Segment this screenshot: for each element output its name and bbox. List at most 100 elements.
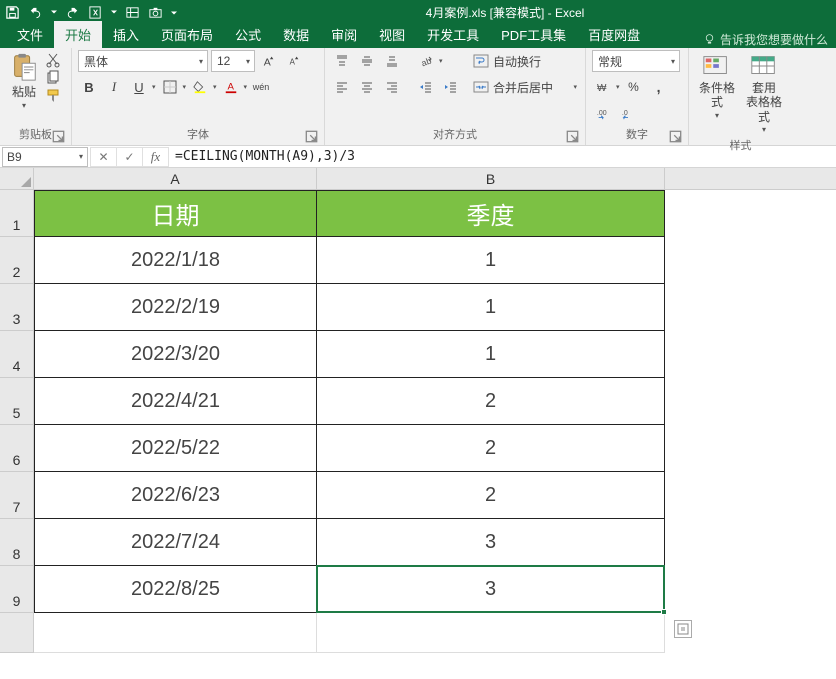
fill-color-button[interactable]: [189, 76, 211, 98]
accounting-format-icon[interactable]: ₩: [592, 76, 614, 98]
row-header[interactable]: 5: [0, 378, 34, 425]
tab-pdf[interactable]: PDF工具集: [490, 21, 577, 48]
cell[interactable]: 2022/5/22: [34, 425, 317, 472]
cell[interactable]: 2022/3/20: [34, 331, 317, 378]
cell[interactable]: 2: [317, 378, 665, 425]
cell[interactable]: 3: [317, 519, 665, 566]
tab-review[interactable]: 审阅: [320, 21, 368, 48]
cell[interactable]: [317, 613, 665, 653]
font-name-combo[interactable]: 黑体▾: [78, 50, 208, 72]
row-header[interactable]: 6: [0, 425, 34, 472]
copy-icon[interactable]: [45, 70, 61, 86]
conditional-formatting-button[interactable]: 条件格式▾: [695, 50, 739, 120]
percent-style-icon[interactable]: %: [623, 76, 645, 98]
row-header[interactable]: 9: [0, 566, 34, 613]
wrap-text-button[interactable]: 自动换行: [471, 50, 579, 72]
row-header[interactable]: 7: [0, 472, 34, 519]
tab-data[interactable]: 数据: [272, 21, 320, 48]
increase-decimal-icon[interactable]: .00: [592, 102, 614, 124]
decrease-indent-icon[interactable]: [415, 76, 437, 98]
cell[interactable]: 3: [317, 566, 665, 613]
qat-customize-icon[interactable]: [170, 4, 178, 21]
bold-button[interactable]: B: [78, 76, 100, 98]
spreadsheet-grid[interactable]: 1 2 3 4 5 6 7 8 9 A B 日期 季度 2022/1/18 1 …: [0, 168, 836, 653]
font-color-button[interactable]: A: [220, 76, 242, 98]
row-header[interactable]: 8: [0, 519, 34, 566]
tab-insert[interactable]: 插入: [102, 21, 150, 48]
align-right-icon[interactable]: [381, 76, 403, 98]
row-header[interactable]: 3: [0, 284, 34, 331]
tab-view[interactable]: 视图: [368, 21, 416, 48]
chevron-down-icon[interactable]: ▾: [244, 83, 248, 91]
row-header[interactable]: 1: [0, 190, 34, 237]
chevron-down-icon[interactable]: ▾: [152, 83, 156, 91]
select-all-button[interactable]: [0, 168, 34, 190]
italic-button[interactable]: I: [103, 76, 125, 98]
cell[interactable]: 2022/8/25: [34, 566, 317, 613]
chevron-down-icon[interactable]: ▾: [616, 83, 620, 91]
new-icon[interactable]: [87, 4, 104, 21]
undo-icon[interactable]: [27, 4, 44, 21]
underline-button[interactable]: U: [128, 76, 150, 98]
row-header[interactable]: 2: [0, 237, 34, 284]
tab-file[interactable]: 文件: [6, 21, 54, 48]
paste-button[interactable]: 粘贴 ▾: [6, 50, 42, 112]
merge-center-button[interactable]: 合并后居中 ▾: [471, 76, 579, 98]
cell[interactable]: 2022/6/23: [34, 472, 317, 519]
column-header[interactable]: B: [317, 168, 665, 190]
grow-font-icon[interactable]: A: [258, 50, 280, 72]
undo-dropdown-icon[interactable]: [50, 4, 58, 21]
name-box[interactable]: B9▾: [2, 147, 88, 167]
cell[interactable]: 1: [317, 284, 665, 331]
ruby-button[interactable]: wén: [250, 76, 272, 98]
cell[interactable]: 1: [317, 331, 665, 378]
tab-formulas[interactable]: 公式: [224, 21, 272, 48]
autofill-options-icon[interactable]: [674, 620, 692, 638]
cell[interactable]: 2022/7/24: [34, 519, 317, 566]
cell[interactable]: 2: [317, 472, 665, 519]
cell[interactable]: 2: [317, 425, 665, 472]
font-size-combo[interactable]: 12▾: [211, 50, 255, 72]
tab-home[interactable]: 开始: [54, 21, 102, 48]
cut-icon[interactable]: [45, 52, 61, 68]
tab-page-layout[interactable]: 页面布局: [150, 21, 224, 48]
enter-formula-icon[interactable]: ✓: [116, 147, 142, 167]
align-bottom-icon[interactable]: [381, 50, 403, 72]
column-header[interactable]: A: [34, 168, 317, 190]
align-middle-icon[interactable]: [356, 50, 378, 72]
save-icon[interactable]: [4, 4, 21, 21]
cancel-formula-icon[interactable]: ✕: [90, 147, 116, 167]
row-header[interactable]: [0, 613, 34, 653]
number-format-combo[interactable]: 常规▾: [592, 50, 680, 72]
increase-indent-icon[interactable]: [440, 76, 462, 98]
comma-style-icon[interactable]: ,: [648, 76, 670, 98]
decrease-decimal-icon[interactable]: .0: [617, 102, 639, 124]
dialog-launcher-icon[interactable]: [305, 130, 318, 143]
borders-button[interactable]: [159, 76, 181, 98]
align-top-icon[interactable]: [331, 50, 353, 72]
column-header[interactable]: [665, 168, 836, 190]
align-center-icon[interactable]: [356, 76, 378, 98]
cell[interactable]: 季度: [317, 190, 665, 237]
row-header[interactable]: 4: [0, 331, 34, 378]
cell[interactable]: [34, 613, 317, 653]
orientation-icon[interactable]: ab: [415, 50, 437, 72]
tell-me-search[interactable]: 告诉我您想要做什么: [703, 31, 836, 48]
dialog-launcher-icon[interactable]: [52, 130, 65, 143]
chevron-down-icon[interactable]: ▾: [439, 57, 443, 65]
dialog-launcher-icon[interactable]: [566, 130, 579, 143]
dialog-launcher-icon[interactable]: [669, 130, 682, 143]
open-icon[interactable]: [124, 4, 141, 21]
format-as-table-button[interactable]: 套用 表格格式▾: [742, 50, 786, 135]
cell[interactable]: 2022/4/21: [34, 378, 317, 425]
cell[interactable]: 2022/1/18: [34, 237, 317, 284]
format-painter-icon[interactable]: [45, 88, 61, 104]
cell[interactable]: 日期: [34, 190, 317, 237]
camera-icon[interactable]: [147, 4, 164, 21]
chevron-down-icon[interactable]: ▾: [213, 83, 217, 91]
insert-function-icon[interactable]: fx: [142, 147, 168, 167]
tab-developer[interactable]: 开发工具: [416, 21, 490, 48]
tab-baidu[interactable]: 百度网盘: [577, 21, 651, 48]
redo-icon[interactable]: [64, 4, 81, 21]
qat-dropdown-icon[interactable]: [110, 4, 118, 21]
